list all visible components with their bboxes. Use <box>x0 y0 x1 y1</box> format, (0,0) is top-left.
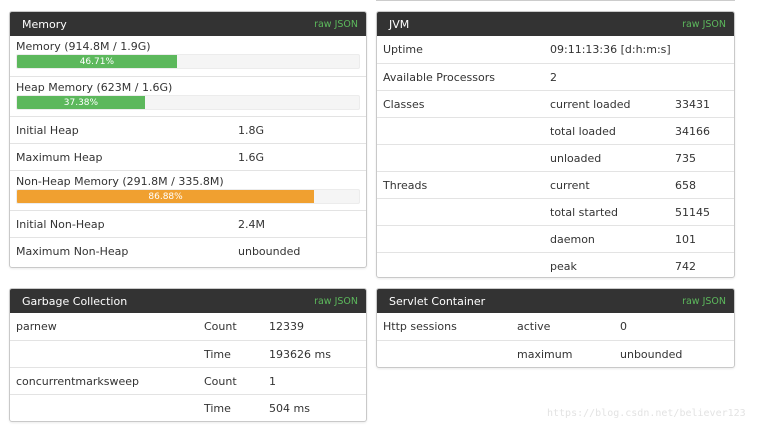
http-sessions-maximum-value: unbounded <box>620 347 683 361</box>
gc-panel-header: Garbage Collection raw JSON <box>10 289 366 313</box>
memory-usage-row: Memory (914.8M / 1.9G) 46.71% <box>10 36 366 76</box>
gc-cms-name: concurrentmarksweep <box>16 374 140 388</box>
heap-memory-bar: 37.38% <box>16 95 360 110</box>
threads-row: Threads current 658 <box>377 171 734 198</box>
maximum-heap-value: 1.6G <box>238 150 265 164</box>
jvm-raw-json-link[interactable]: raw JSON <box>682 19 726 30</box>
threads-total-started-label: total started <box>550 205 619 219</box>
gc-panel-body: parnew Count 12339 Time 193626 ms concur… <box>10 313 366 421</box>
gc-parnew-count-row: parnew Count 12339 <box>10 313 366 340</box>
nonheap-memory-percent: 86.88% <box>148 191 183 202</box>
watermark-text: https://blog.csdn.net/believer123 <box>547 408 746 419</box>
uptime-row: Uptime 09:11:13:36 [d:h:m:s] <box>377 36 734 63</box>
memory-usage-bar: 46.71% <box>16 54 360 69</box>
maximum-nonheap-row: Maximum Non-Heap unbounded <box>10 237 366 264</box>
nonheap-memory-bar: 86.88% <box>16 189 360 204</box>
gc-cms-count-value: 1 <box>269 374 276 388</box>
threads-current-label: current <box>550 178 590 192</box>
threads-peak-label: peak <box>550 259 577 273</box>
threads-daemon-row: daemon 101 <box>377 225 734 252</box>
jvm-panel-header: JVM raw JSON <box>377 12 734 36</box>
initial-nonheap-row: Initial Non-Heap 2.4M <box>10 210 366 237</box>
gc-raw-json-link[interactable]: raw JSON <box>314 296 358 307</box>
memory-usage-percent: 46.71% <box>79 56 115 67</box>
memory-panel: Memory raw JSON Memory (914.8M / 1.9G) 4… <box>9 11 367 268</box>
threads-current-value: 658 <box>675 178 696 192</box>
maximum-nonheap-value: unbounded <box>238 244 301 258</box>
memory-panel-body: Memory (914.8M / 1.9G) 46.71% Heap Memor… <box>10 36 366 264</box>
initial-heap-value: 1.8G <box>238 123 265 137</box>
http-sessions-maximum-row: maximum unbounded <box>377 340 734 367</box>
gc-cms-time-label: Time <box>204 401 231 415</box>
memory-raw-json-link[interactable]: raw JSON <box>314 19 358 30</box>
top-divider <box>376 0 735 1</box>
gc-parnew-time-value: 193626 ms <box>269 347 331 361</box>
classes-total-loaded-label: total loaded <box>550 124 616 138</box>
uptime-value: 09:11:13:36 [d:h:m:s] <box>550 43 671 56</box>
initial-nonheap-value: 2.4M <box>238 217 265 231</box>
gc-parnew-count-value: 12339 <box>269 320 304 333</box>
servlet-container-panel: Servlet Container raw JSON Http sessions… <box>376 288 735 368</box>
classes-unloaded-label: unloaded <box>550 151 602 165</box>
threads-peak-value: 742 <box>675 259 696 273</box>
memory-usage-label: Memory (914.8M / 1.9G) <box>16 40 151 53</box>
classes-current-loaded-value: 33431 <box>675 97 710 111</box>
classes-unloaded-row: unloaded 735 <box>377 144 734 171</box>
initial-heap-label: Initial Heap <box>16 123 79 137</box>
gc-parnew-name: parnew <box>16 320 57 333</box>
gc-panel-title: Garbage Collection <box>22 294 128 308</box>
maximum-heap-row: Maximum Heap 1.6G <box>10 143 366 170</box>
http-sessions-active-row: Http sessions active 0 <box>377 313 734 340</box>
heap-memory-percent: 37.38% <box>63 97 99 108</box>
jvm-panel-body: Uptime 09:11:13:36 [d:h:m:s] Available P… <box>377 36 734 277</box>
uptime-label: Uptime <box>383 43 423 56</box>
heap-memory-label: Heap Memory (623M / 1.6G) <box>16 81 173 94</box>
classes-unloaded-value: 735 <box>675 151 696 165</box>
initial-nonheap-label: Initial Non-Heap <box>16 217 105 231</box>
servlet-panel-header: Servlet Container raw JSON <box>377 289 734 313</box>
processors-row: Available Processors 2 <box>377 63 734 90</box>
nonheap-memory-label: Non-Heap Memory (291.8M / 335.8M) <box>16 175 224 188</box>
classes-current-loaded-label: current loaded <box>550 97 631 111</box>
classes-total-loaded-row: total loaded 34166 <box>377 117 734 144</box>
maximum-heap-label: Maximum Heap <box>16 150 103 164</box>
memory-panel-title: Memory <box>22 17 67 31</box>
initial-heap-row: Initial Heap 1.8G <box>10 116 366 143</box>
gc-parnew-time-row: Time 193626 ms <box>10 340 366 367</box>
threads-total-started-value: 51145 <box>675 205 710 219</box>
gc-cms-count-row: concurrentmarksweep Count 1 <box>10 367 366 394</box>
jvm-panel-title: JVM <box>389 17 410 31</box>
gc-parnew-time-label: Time <box>204 347 231 361</box>
http-sessions-maximum-label: maximum <box>517 347 573 361</box>
servlet-panel-title: Servlet Container <box>389 294 486 308</box>
classes-total-loaded-value: 34166 <box>675 124 710 138</box>
gc-cms-count-label: Count <box>204 374 237 388</box>
threads-daemon-label: daemon <box>550 232 595 246</box>
http-sessions-label: Http sessions <box>383 320 457 333</box>
classes-row: Classes current loaded 33431 <box>377 90 734 117</box>
processors-value: 2 <box>550 70 557 84</box>
gc-parnew-count-label: Count <box>204 320 237 333</box>
threads-total-started-row: total started 51145 <box>377 198 734 225</box>
gc-cms-time-row: Time 504 ms <box>10 394 366 421</box>
processors-label: Available Processors <box>383 70 495 84</box>
servlet-panel-body: Http sessions active 0 maximum unbounded <box>377 313 734 367</box>
nonheap-memory-row: Non-Heap Memory (291.8M / 335.8M) 86.88% <box>10 170 366 210</box>
memory-panel-header: Memory raw JSON <box>10 12 366 36</box>
http-sessions-active-value: 0 <box>620 320 627 333</box>
maximum-nonheap-label: Maximum Non-Heap <box>16 244 129 258</box>
threads-label: Threads <box>383 178 428 192</box>
heap-memory-row: Heap Memory (623M / 1.6G) 37.38% <box>10 76 366 116</box>
garbage-collection-panel: Garbage Collection raw JSON parnew Count… <box>9 288 367 422</box>
threads-daemon-value: 101 <box>675 232 696 246</box>
servlet-raw-json-link[interactable]: raw JSON <box>682 296 726 307</box>
classes-label: Classes <box>383 97 425 111</box>
jvm-panel: JVM raw JSON Uptime 09:11:13:36 [d:h:m:s… <box>376 11 735 278</box>
gc-cms-time-value: 504 ms <box>269 401 310 415</box>
http-sessions-active-label: active <box>517 320 551 333</box>
threads-peak-row: peak 742 <box>377 252 734 277</box>
